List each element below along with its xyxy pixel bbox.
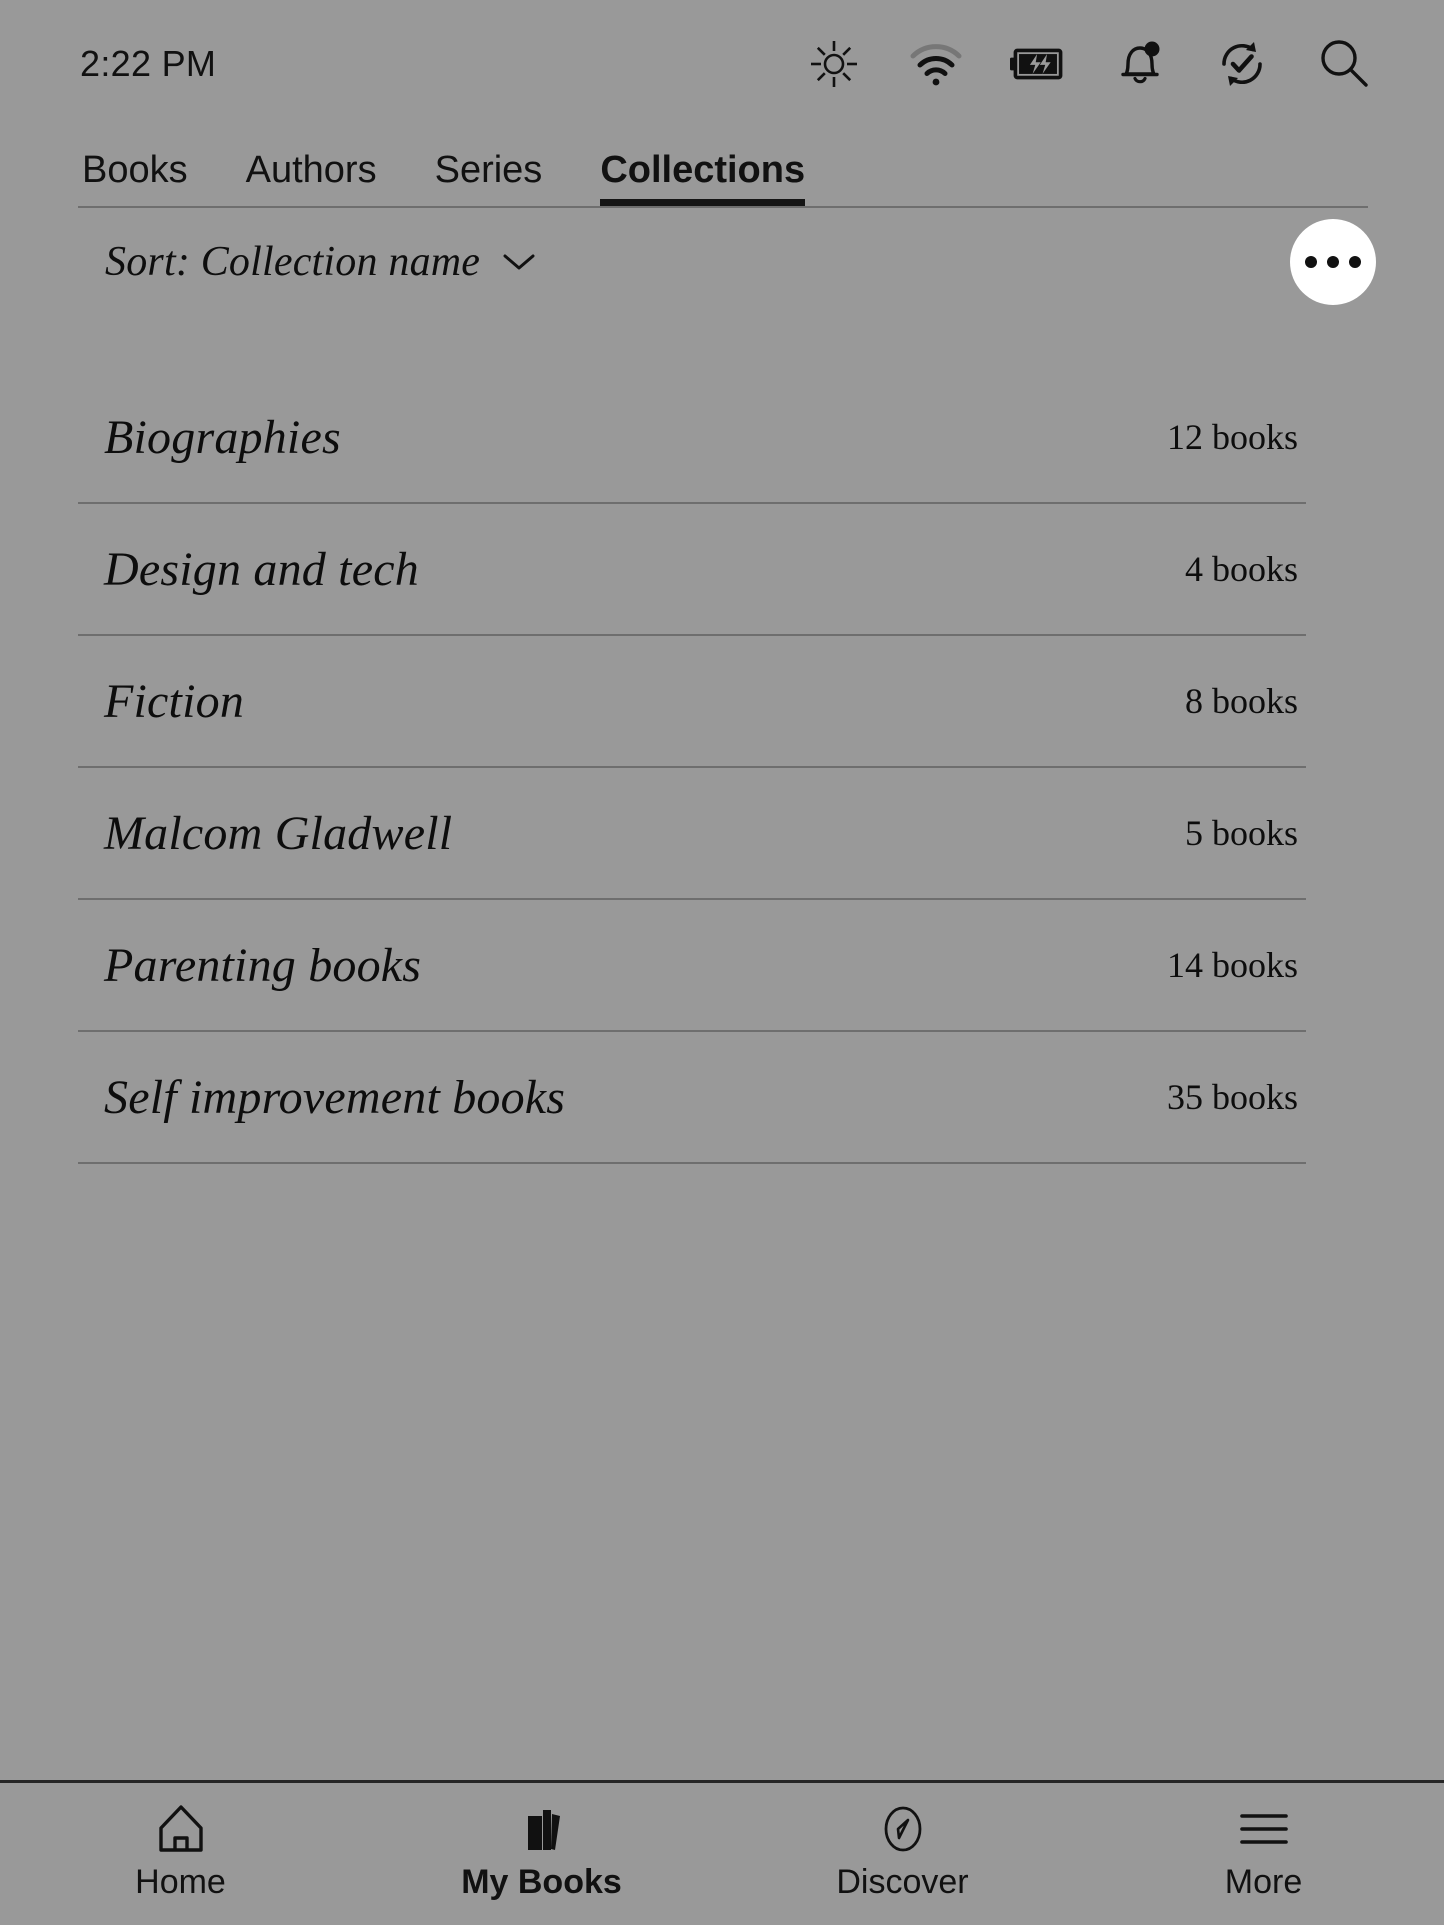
overflow-menu-button[interactable] (1290, 219, 1376, 305)
sync-icon[interactable] (1214, 36, 1270, 92)
collection-count: 12 books (1166, 417, 1298, 457)
nav-label-discover: Discover (836, 1863, 969, 1901)
nav-item-more[interactable]: More (1083, 1783, 1444, 1925)
search-icon[interactable] (1316, 36, 1372, 92)
status-icon-group (806, 36, 1372, 92)
collection-name: Fiction (104, 674, 245, 728)
ellipsis-dot (1305, 256, 1317, 268)
tab-authors[interactable]: Authors (246, 149, 377, 206)
bottom-navigation-bar: Home My Books Discover More (0, 1780, 1444, 1922)
hamburger-menu-icon (1236, 1801, 1292, 1857)
nav-item-home[interactable]: Home (0, 1783, 361, 1925)
collection-count: 4 books (1184, 549, 1298, 589)
collection-name: Biographies (104, 410, 341, 464)
sort-label: Sort: Collection name (105, 239, 481, 285)
tab-series[interactable]: Series (435, 149, 543, 206)
home-icon (153, 1801, 209, 1857)
collection-name: Parenting books (104, 938, 422, 992)
list-item[interactable]: Self improvement books 35 books (78, 1032, 1306, 1164)
nav-label-more: More (1224, 1863, 1303, 1901)
nav-label-my-books: My Books (461, 1863, 622, 1901)
library-tabs: Books Authors Series Collections (0, 128, 1444, 208)
collection-name: Malcom Gladwell (104, 806, 453, 860)
collection-name: Design and tech (104, 542, 419, 596)
tabs-divider (78, 206, 1368, 208)
status-bar: 2:22 PM (0, 0, 1444, 128)
tab-list: Books Authors Series Collections (0, 128, 1444, 206)
tab-collections[interactable]: Collections (600, 149, 805, 206)
collection-count: 5 books (1184, 813, 1298, 853)
notifications-bell-icon[interactable] (1112, 36, 1168, 92)
tab-books[interactable]: Books (82, 149, 188, 206)
collection-count: 8 books (1184, 681, 1298, 721)
list-item[interactable]: Fiction 8 books (78, 636, 1306, 768)
list-item[interactable]: Design and tech 4 books (78, 504, 1306, 636)
brightness-icon[interactable] (806, 36, 862, 92)
list-item[interactable]: Malcom Gladwell 5 books (78, 768, 1306, 900)
list-item[interactable]: Biographies 12 books (78, 372, 1306, 504)
battery-charging-icon[interactable] (1010, 36, 1066, 92)
chevron-down-icon (502, 252, 536, 272)
status-time: 2:22 PM (80, 43, 217, 84)
collection-count: 35 books (1166, 1077, 1298, 1117)
ellipsis-dot (1327, 256, 1339, 268)
nav-label-home: Home (135, 1863, 226, 1901)
sort-row: Sort: Collection name (0, 212, 1444, 312)
ellipsis-dot (1349, 256, 1361, 268)
nav-item-my-books[interactable]: My Books (361, 1783, 722, 1925)
list-item[interactable]: Parenting books 14 books (78, 900, 1306, 1032)
collection-list: Biographies 12 books Design and tech 4 b… (78, 372, 1306, 1164)
books-icon (514, 1801, 570, 1857)
collection-count: 14 books (1166, 945, 1298, 985)
wifi-icon[interactable] (908, 36, 964, 92)
nav-item-discover[interactable]: Discover (722, 1783, 1083, 1925)
compass-icon (877, 1801, 929, 1857)
collection-name: Self improvement books (104, 1070, 566, 1124)
sort-dropdown[interactable]: Sort: Collection name (105, 238, 536, 286)
